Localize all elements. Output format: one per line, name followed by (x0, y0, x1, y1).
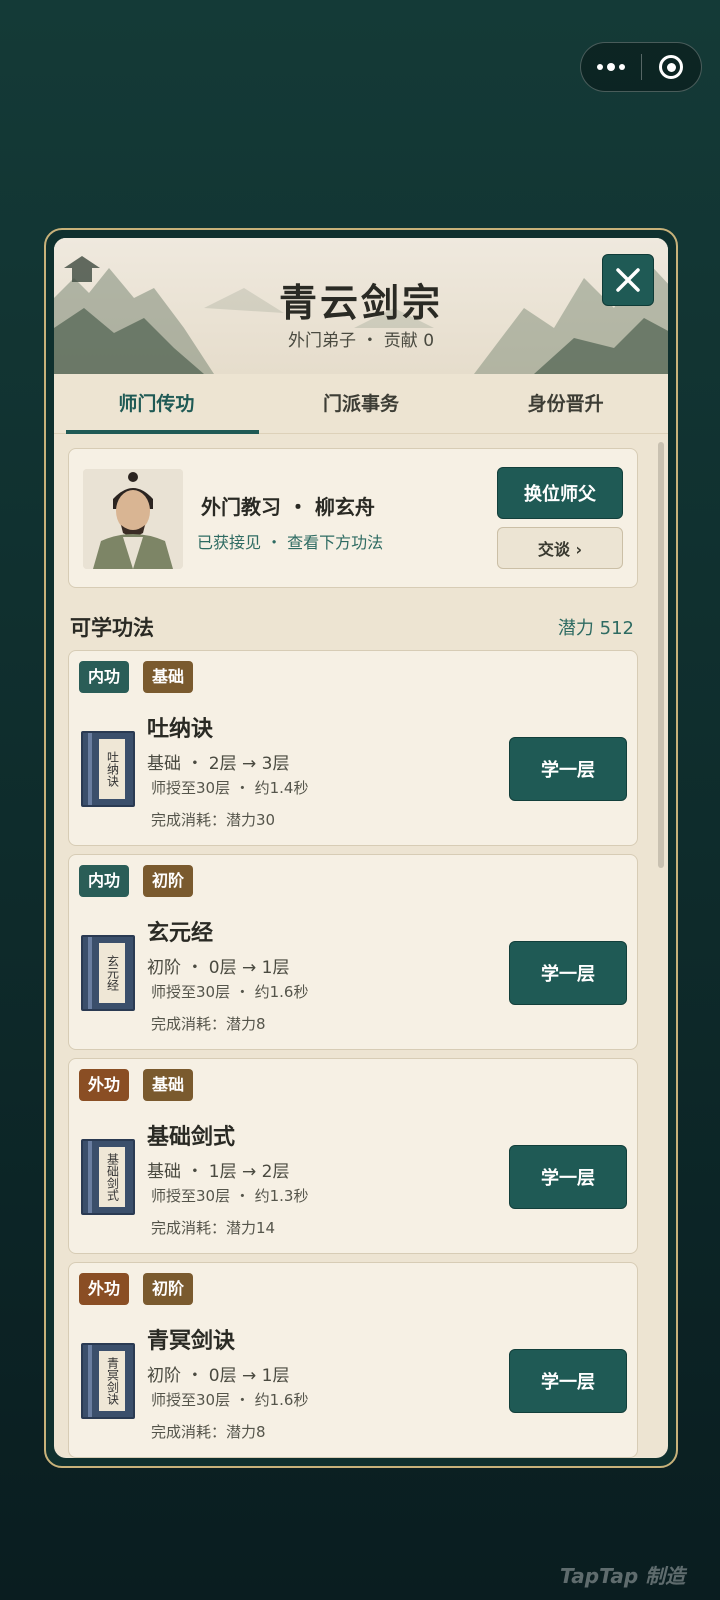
skill-tier-tag: 基础 (143, 1069, 194, 1101)
skill-time: 师授至30层 ・ 约1.6秒 (151, 983, 309, 1001)
skills-section-title: 可学功法 (70, 616, 154, 640)
skill-time: 师授至30层 ・ 约1.3秒 (151, 1187, 309, 1205)
skill-name: 玄元经 (147, 921, 214, 946)
skill-card: 外功 初阶 青冥剑诀 青冥剑诀 初阶 ・ 0层 → 1层 师授至30层 ・ 约1… (68, 1262, 638, 1458)
learn-one-layer-button[interactable]: 学一层 (509, 1145, 627, 1209)
close-icon (616, 268, 640, 292)
sect-subtitle: 外门弟子 ・ 贡献 0 (287, 331, 435, 351)
skill-name: 青冥剑诀 (147, 1329, 236, 1354)
skill-book-label: 玄元经 (99, 943, 125, 1003)
skill-name: 基础剑式 (147, 1125, 236, 1150)
learn-one-layer-button[interactable]: 学一层 (509, 941, 627, 1005)
more-menu-icon[interactable] (581, 43, 641, 91)
tab-rank-promotion[interactable]: 身份晋升 (463, 374, 668, 433)
master-portrait-image (83, 469, 183, 569)
skill-time: 师授至30层 ・ 约1.4秒 (151, 779, 309, 797)
learn-one-layer-button[interactable]: 学一层 (509, 737, 627, 801)
skill-cost: 完成消耗：潜力8 (151, 1015, 266, 1033)
skill-type-tag: 内功 (79, 661, 130, 693)
skill-card: 内功 初阶 玄元经 玄元经 初阶 ・ 0层 → 1层 师授至30层 ・ 约1.6… (68, 854, 638, 1050)
skill-book-label: 青冥剑诀 (99, 1351, 125, 1411)
learn-one-layer-button[interactable]: 学一层 (509, 1349, 627, 1413)
master-name: 外门教习 ・ 柳玄舟 (201, 495, 375, 519)
skill-card: 外功 基础 基础剑式 基础剑式 基础 ・ 1层 → 2层 师授至30层 ・ 约1… (68, 1058, 638, 1254)
miniprogram-capsule (580, 42, 702, 92)
switch-master-button[interactable]: 换位师父 (497, 467, 623, 519)
skill-type-tag: 外功 (79, 1273, 130, 1305)
scrollbar[interactable] (658, 442, 664, 868)
talk-button[interactable]: 交谈 › (497, 527, 623, 569)
skill-time: 师授至30层 ・ 约1.6秒 (151, 1391, 309, 1409)
close-miniprogram-icon[interactable] (641, 43, 701, 91)
skill-cost: 完成消耗：潜力8 (151, 1423, 266, 1441)
skill-book-label: 吐纳诀 (99, 739, 125, 799)
skill-cost: 完成消耗：潜力30 (151, 811, 276, 829)
skill-type-tag: 内功 (79, 865, 130, 897)
skill-level: 初阶 ・ 0层 → 1层 (147, 958, 290, 978)
skill-tier-tag: 初阶 (143, 865, 194, 897)
skill-level: 初阶 ・ 0层 → 1层 (147, 1366, 290, 1386)
close-button[interactable] (602, 254, 654, 306)
master-status: 已获接见 ・ 查看下方功法 (197, 533, 384, 552)
skill-tier-tag: 基础 (143, 661, 194, 693)
sect-panel: 青云剑宗 外门弟子 ・ 贡献 0 师门传功 门派事务 身份晋升 外门教习 ・ 柳… (54, 238, 668, 1458)
skill-level: 基础 ・ 2层 → 3层 (147, 754, 290, 774)
content-scroll-area[interactable]: 外门教习 ・ 柳玄舟 已获接见 ・ 查看下方功法 换位师父 交谈 › 可学功法 … (54, 434, 668, 1458)
skill-book-icon: 青冥剑诀 (81, 1343, 135, 1419)
taptap-watermark: TapTap 制造 (560, 1564, 686, 1588)
skill-cost: 完成消耗：潜力14 (151, 1219, 276, 1237)
skill-type-tag: 外功 (79, 1069, 130, 1101)
tab-master-teaching[interactable]: 师门传功 (54, 374, 259, 434)
sect-title: 青云剑宗 (278, 281, 443, 325)
skill-name: 吐纳诀 (147, 717, 214, 742)
tab-sect-affairs[interactable]: 门派事务 (259, 374, 464, 433)
skill-book-icon: 基础剑式 (81, 1139, 135, 1215)
master-card: 外门教习 ・ 柳玄舟 已获接见 ・ 查看下方功法 换位师父 交谈 › (68, 448, 638, 588)
tab-bar: 师门传功 门派事务 身份晋升 (54, 374, 668, 434)
skill-book-label: 基础剑式 (99, 1147, 125, 1207)
skill-card: 内功 基础 吐纳诀 吐纳诀 基础 ・ 2层 → 3层 师授至30层 ・ 约1.4… (68, 650, 638, 846)
skill-book-icon: 吐纳诀 (81, 731, 135, 807)
master-avatar (83, 469, 183, 569)
potential-counter: 潜力 512 (557, 618, 634, 639)
sect-banner: 青云剑宗 外门弟子 ・ 贡献 0 (54, 238, 668, 374)
skill-tier-tag: 初阶 (143, 1273, 194, 1305)
skill-level: 基础 ・ 1层 → 2层 (147, 1162, 290, 1182)
sect-modal: 青云剑宗 外门弟子 ・ 贡献 0 师门传功 门派事务 身份晋升 外门教习 ・ 柳… (44, 228, 678, 1468)
skill-book-icon: 玄元经 (81, 935, 135, 1011)
